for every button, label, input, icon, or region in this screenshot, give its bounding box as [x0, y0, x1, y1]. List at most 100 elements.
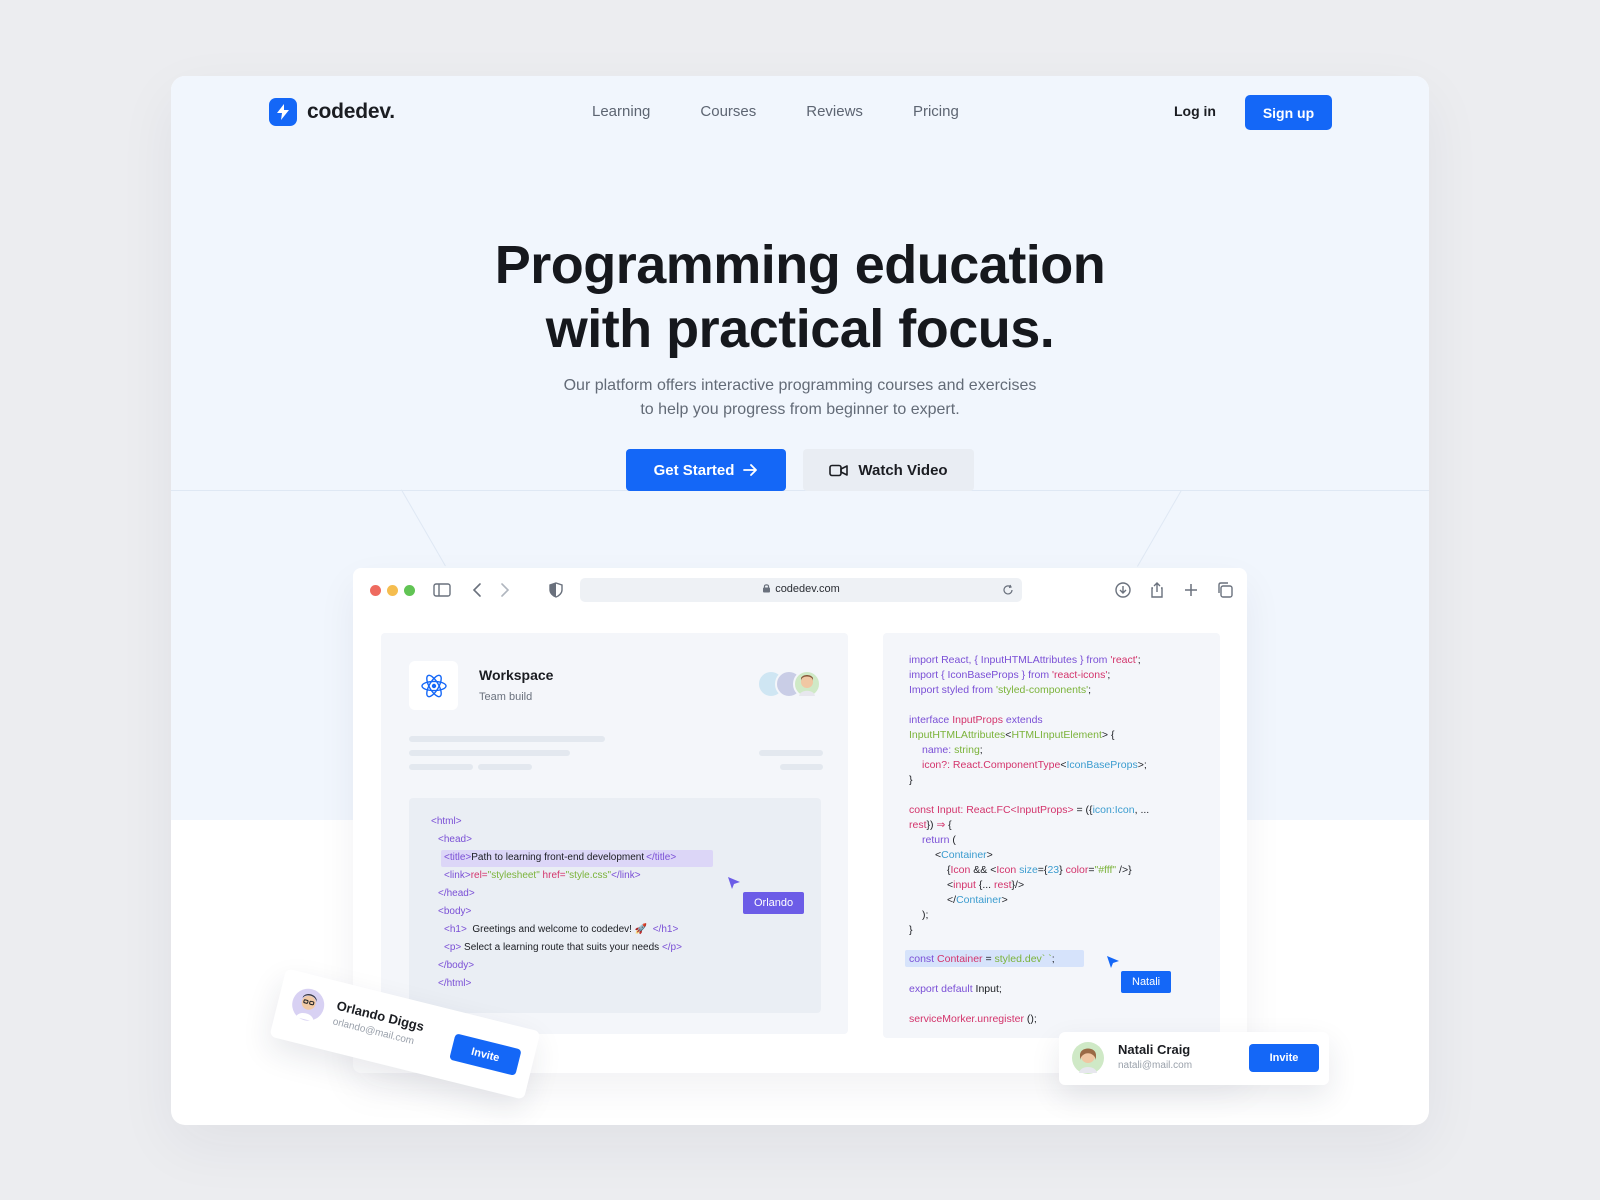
react-icon: [409, 661, 458, 710]
login-link[interactable]: Log in: [1174, 103, 1216, 119]
code-line: <html>: [431, 816, 462, 827]
skeleton-line: [759, 750, 823, 756]
back-icon[interactable]: [469, 581, 487, 599]
page-title: Programming education with practical foc…: [171, 233, 1429, 361]
arrow-right-icon: [743, 464, 758, 476]
skeleton-line: [409, 736, 605, 742]
code-line: const Input: React.FC<InputProps> = ({ic…: [909, 804, 1150, 816]
subtitle-line-1: Our platform offers interactive programm…: [563, 377, 1037, 394]
code-line: export default Input;: [909, 983, 1002, 995]
subtitle-line-2: to help you progress from beginner to ex…: [640, 401, 960, 418]
lightning-icon: [269, 98, 297, 126]
code-line: Import styled from 'styled-components';: [909, 684, 1092, 696]
minimize-dot[interactable]: [387, 585, 398, 596]
skeleton-line: [409, 764, 473, 770]
code-line: {Icon && <Icon size={23} color="#fff" />…: [947, 864, 1132, 876]
reload-icon[interactable]: [1002, 584, 1014, 596]
nav-link-courses[interactable]: Courses: [700, 103, 756, 120]
download-icon[interactable]: [1114, 581, 1132, 599]
code-line: <input {... rest}/>: [947, 879, 1025, 891]
workspace-title: Workspace: [479, 667, 554, 683]
url-bar[interactable]: codedev.com: [580, 578, 1022, 602]
code-line: serviceMorker.unregister ();: [909, 1013, 1037, 1025]
code-line: rest}) ⇒ {: [909, 819, 952, 831]
workspace-panel: Workspace Team build <html> <head> <titl…: [381, 633, 848, 1034]
tabs-overview-icon[interactable]: [1216, 581, 1234, 599]
avatar-face-icon: [295, 994, 317, 1022]
sidebar-icon[interactable]: [433, 581, 451, 599]
code-line: </html>: [438, 978, 472, 989]
nav-link-pricing[interactable]: Pricing: [913, 103, 959, 120]
team-avatars: [757, 670, 827, 700]
code-line: <link>rel="stylesheet" href="style.css"<…: [444, 870, 641, 881]
collaborator-cursor-label: Orlando: [743, 892, 805, 914]
forward-icon[interactable]: [495, 581, 513, 599]
code-line: );: [922, 909, 929, 921]
headline-line-1: Programming education: [494, 235, 1106, 295]
get-started-label: Get Started: [653, 461, 735, 479]
code-line: <h1> Greetings and welcome to codedev! 🚀…: [444, 924, 679, 935]
avatar: [1072, 1042, 1104, 1074]
invite-button[interactable]: Invite: [1249, 1044, 1319, 1072]
skeleton-line: [780, 764, 823, 770]
collaborator-cursor-label: Natali: [1121, 971, 1172, 993]
nav-links: Learning Courses Reviews Pricing: [592, 103, 959, 120]
lock-icon: [763, 584, 771, 593]
skeleton-line: [409, 750, 570, 756]
maximize-dot[interactable]: [404, 585, 415, 596]
code-line: InputHTMLAttributes<HTMLInputElement> {: [909, 729, 1115, 741]
nav-link-reviews[interactable]: Reviews: [806, 103, 863, 120]
watch-video-label: Watch Video: [858, 461, 948, 479]
skeleton-line: [478, 764, 532, 770]
watch-video-button[interactable]: Watch Video: [803, 449, 974, 491]
code-line: }: [909, 924, 913, 936]
code-line: <title>Path to learning front-end develo…: [444, 852, 677, 863]
code-line: }: [909, 774, 913, 786]
invite-name: Natali Craig: [1118, 1042, 1191, 1057]
code-line: return (: [922, 834, 956, 846]
invite-card-natali: Natali Craig natali@mail.com Invite: [1059, 1032, 1329, 1085]
code-line: </body>: [438, 960, 475, 971]
invite-button[interactable]: Invite: [449, 1033, 522, 1076]
close-dot[interactable]: [370, 585, 381, 596]
code-line: </head>: [438, 888, 475, 899]
code-line: import React, { InputHTMLAttributes } fr…: [909, 654, 1141, 666]
code-line: </Container>: [947, 894, 1008, 906]
code-line: <body>: [438, 906, 472, 917]
hero-subtitle: Our platform offers interactive programm…: [171, 374, 1429, 422]
url-text: codedev.com: [775, 583, 840, 595]
code-line: name: string;: [922, 744, 983, 756]
invite-email: natali@mail.com: [1118, 1060, 1193, 1071]
code-line: interface InputProps extends: [909, 714, 1043, 726]
headline-line-2: with practical focus.: [545, 299, 1055, 359]
workspace-subtitle: Team build: [479, 691, 533, 703]
landing-page-card: codedev. Learning Courses Reviews Pricin…: [171, 76, 1429, 1125]
logo[interactable]: codedev.: [269, 98, 395, 126]
code-line: <head>: [438, 834, 472, 845]
browser-toolbar: codedev.com: [353, 568, 1247, 612]
html-code-block: <html> <head> <title>Path to learning fr…: [409, 798, 821, 1013]
browser-mockup: codedev.com Workspace Team build <html> …: [353, 568, 1247, 1073]
avatar-face-icon: [799, 675, 815, 696]
avatar-face-icon: [1079, 1048, 1097, 1073]
video-camera-icon: [829, 464, 849, 476]
share-icon[interactable]: [1148, 581, 1166, 599]
get-started-button[interactable]: Get Started: [626, 449, 786, 491]
signup-button[interactable]: Sign up: [1245, 95, 1332, 130]
cursor-pointer-icon: [728, 877, 740, 889]
avatar: [288, 985, 328, 1025]
shield-icon[interactable]: [547, 581, 565, 599]
code-line: icon?: React.ComponentType<IconBaseProps…: [922, 759, 1147, 771]
nav-link-learning[interactable]: Learning: [592, 103, 650, 120]
code-line: import { IconBaseProps } from 'react-ico…: [909, 669, 1111, 681]
cursor-pointer-icon: [1107, 956, 1119, 968]
code-editor-panel: import React, { InputHTMLAttributes } fr…: [883, 633, 1220, 1038]
code-line: <Container>: [935, 849, 993, 861]
new-tab-icon[interactable]: [1182, 581, 1200, 599]
brand-name: codedev.: [307, 100, 395, 123]
top-nav: codedev. Learning Courses Reviews Pricin…: [171, 76, 1429, 148]
hero-divider: [171, 490, 1429, 491]
code-line: <p> Select a learning route that suits y…: [444, 942, 682, 953]
url-display: codedev.com: [580, 583, 1022, 595]
code-line: const Container = styled.dev` `;: [909, 953, 1055, 965]
